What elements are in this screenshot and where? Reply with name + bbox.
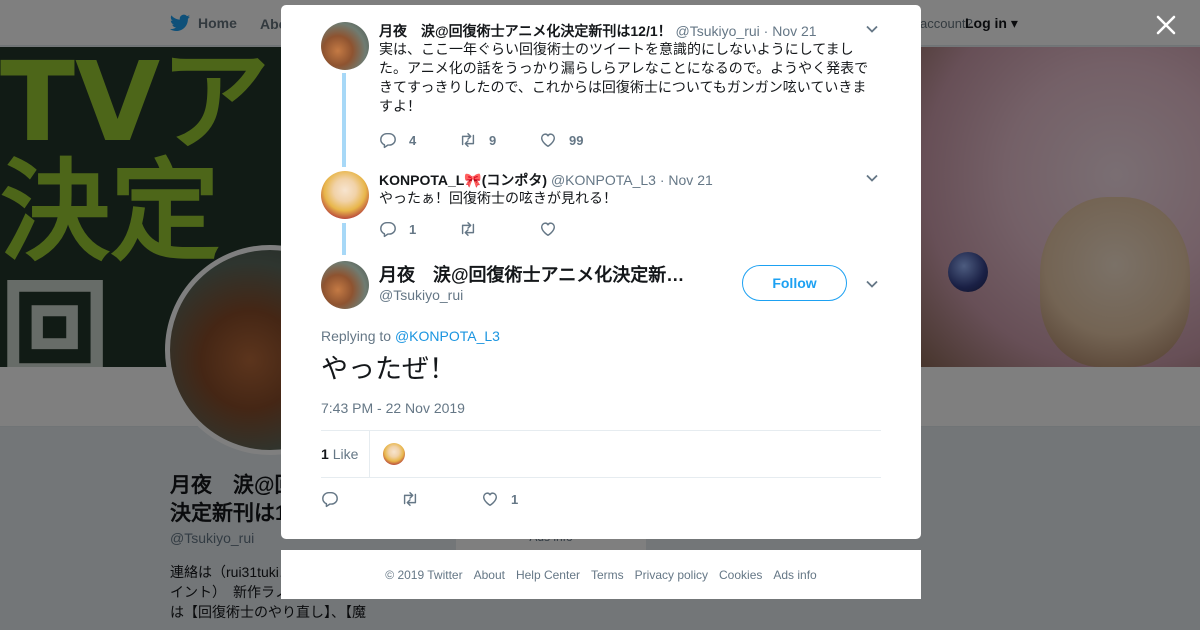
main-author-handle[interactable]: @Tsukiyo_rui	[379, 287, 463, 303]
reply-button[interactable]: 1	[379, 219, 459, 239]
footer-link-about[interactable]: About	[474, 568, 505, 582]
likes-stat[interactable]: 1 Like	[321, 446, 358, 462]
tweet-modal: 月夜 涙@回復術士アニメ化決定新刊は12/1！ @Tsukiyo_rui · N…	[281, 5, 921, 539]
heart-icon	[540, 133, 556, 148]
chevron-down-icon[interactable]	[865, 22, 879, 36]
thread-tweet-2[interactable]: KONPOTA_L🎀(コンポタ) @KONPOTA_L3 · Nov 21 やっ…	[281, 165, 921, 255]
like-button[interactable]: 99	[539, 130, 619, 150]
main-tweet-actions: 1	[321, 489, 561, 509]
author-handle[interactable]: @KONPOTA_L3	[551, 172, 656, 188]
footer-link-help-center[interactable]: Help Center	[516, 568, 580, 582]
like-count: 1	[511, 491, 519, 507]
footer-link-privacy[interactable]: Privacy policy	[635, 568, 708, 582]
tweet-time[interactable]: Nov 21	[772, 23, 816, 39]
like-button[interactable]: 1	[481, 489, 561, 509]
main-avatar[interactable]	[321, 261, 369, 309]
retweet-icon	[461, 132, 475, 148]
like-button[interactable]	[539, 219, 619, 239]
tweet-text: やったぁ！回復術士の呟きが見れる！	[379, 190, 617, 206]
chevron-down-icon[interactable]	[865, 277, 879, 291]
main-tweet-text: やったぜ！	[321, 354, 456, 384]
chevron-down-icon[interactable]	[865, 171, 879, 185]
copyright: © 2019 Twitter	[385, 567, 463, 582]
retweet-icon	[461, 221, 475, 237]
reply-count: 4	[409, 132, 417, 148]
close-button[interactable]	[1152, 11, 1180, 39]
tweet-header: 月夜 涙@回復術士アニメ化決定新刊は12/1！ @Tsukiyo_rui · N…	[379, 23, 817, 39]
modal-footer: © 2019 Twitter About Help Center Terms P…	[281, 550, 921, 599]
tweet-time[interactable]: Nov 21	[668, 172, 712, 188]
footer-link-cookies[interactable]: Cookies	[719, 568, 762, 582]
tweet-stats: 1 Like	[321, 430, 881, 478]
reply-icon	[380, 132, 396, 149]
close-icon	[1156, 15, 1176, 35]
reply-button[interactable]: 4	[379, 130, 459, 150]
main-tweet-timestamp[interactable]: 7:43 PM - 22 Nov 2019	[321, 400, 465, 416]
tweet-text: 実は、ここ一年ぐらい回復術士のツイートを意識的にしないようにしてました。アニメ化…	[379, 41, 869, 114]
replying-to: Replying to @KONPOTA_L3	[321, 328, 500, 344]
retweet-button[interactable]	[459, 219, 539, 239]
main-author-name[interactable]: 月夜 涙@回復術士アニメ化決定新刊は12/1！	[379, 261, 689, 287]
retweet-count: 9	[489, 132, 497, 148]
heart-icon	[540, 222, 556, 237]
tweet-actions: 1	[379, 219, 619, 239]
retweet-icon	[403, 491, 417, 507]
likes-stat-label: Like	[332, 446, 359, 462]
footer-link-terms[interactable]: Terms	[591, 568, 624, 582]
author-name[interactable]: KONPOTA_L🎀(コンポタ)	[379, 172, 547, 188]
follow-button[interactable]: Follow	[742, 265, 847, 301]
avatar[interactable]	[321, 22, 369, 70]
stats-divider	[369, 431, 370, 477]
reply-icon	[322, 491, 338, 508]
retweet-button[interactable]	[401, 489, 481, 509]
reply-count: 1	[409, 221, 417, 237]
like-count: 99	[569, 132, 584, 148]
thread-tweet-1[interactable]: 月夜 涙@回復術士アニメ化決定新刊は12/1！ @Tsukiyo_rui · N…	[281, 5, 921, 167]
tweet-header: KONPOTA_L🎀(コンポタ) @KONPOTA_L3 · Nov 21	[379, 172, 713, 188]
reply-icon	[380, 221, 396, 238]
retweet-button[interactable]: 9	[459, 130, 539, 150]
thread-line	[342, 73, 346, 167]
liker-avatar[interactable]	[383, 443, 405, 465]
footer-link-ads-info[interactable]: Ads info	[773, 568, 816, 582]
reply-button[interactable]	[321, 489, 401, 509]
author-handle[interactable]: @Tsukiyo_rui	[676, 23, 760, 39]
tweet-actions: 4 9 99	[379, 130, 619, 150]
thread-line	[342, 223, 346, 255]
heart-icon	[482, 492, 498, 507]
replying-to-link[interactable]: @KONPOTA_L3	[395, 328, 500, 344]
likes-stat-count: 1	[321, 446, 329, 462]
replying-prefix: Replying to	[321, 328, 395, 344]
avatar[interactable]	[321, 171, 369, 219]
author-name[interactable]: 月夜 涙@回復術士アニメ化決定新刊は12/1！	[379, 23, 672, 39]
